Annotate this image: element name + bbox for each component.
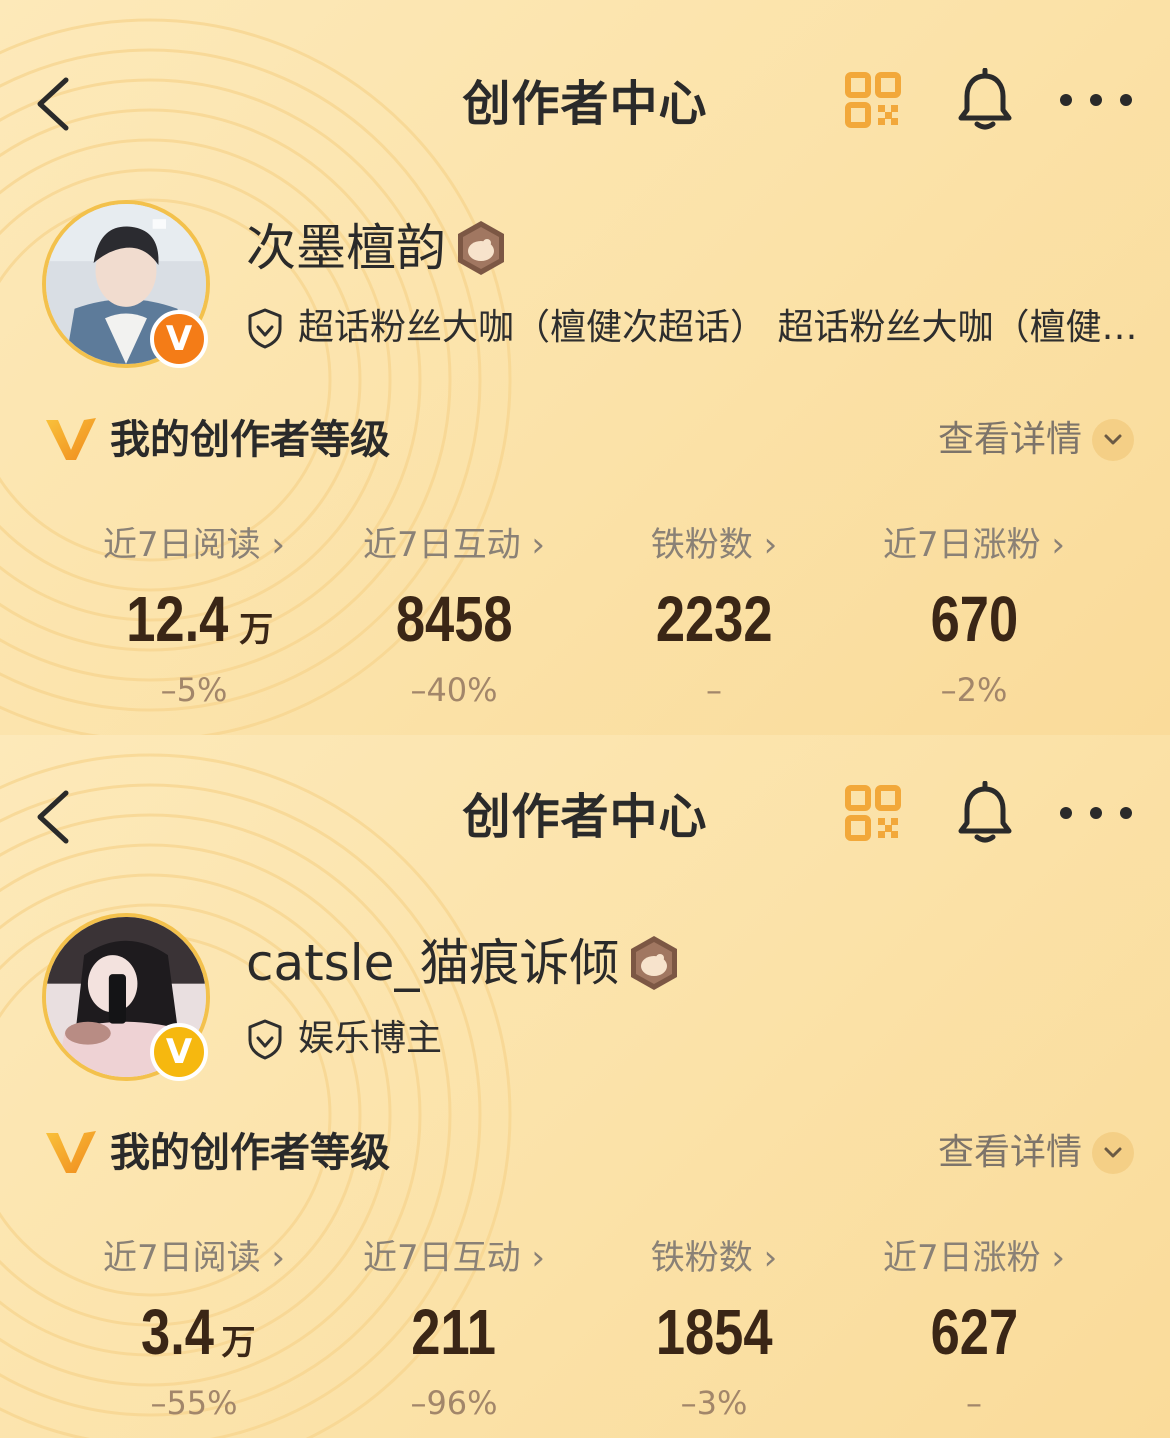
stat-new-followers[interactable]: 近7日涨粉 › 627 – [844, 1228, 1104, 1428]
creator-level-title: 我的创作者等级 [110, 1130, 390, 1176]
creator-level-title: 我的创作者等级 [110, 417, 390, 463]
level-medal-icon [631, 936, 678, 990]
shield-icon [248, 308, 282, 349]
qr-code-icon [845, 72, 901, 128]
stat-iron-fans[interactable]: 铁粉数 › 1854 –3% [584, 1228, 844, 1428]
stats-grid: 近7日阅读 › 3.4 万 –55% 近7日互动 › 211 –96% 铁粉数 ›… [64, 1228, 1104, 1438]
stat-reads[interactable]: 近7日阅读 › 12.4 万 –5% [64, 515, 324, 715]
stat-value-wrap: 2232 [584, 581, 844, 657]
shield-icon [248, 1019, 282, 1060]
stat-label: 近7日互动 › [362, 1238, 546, 1278]
stat-label: 铁粉数 › [650, 1238, 778, 1278]
avatar-container[interactable]: V [42, 200, 210, 368]
stat-value: 2232 [655, 583, 773, 655]
stat-change: –55% [150, 1384, 238, 1422]
stat-value: 3.4 [140, 1296, 214, 1368]
chevron-down-icon [1092, 1132, 1134, 1174]
bell-icon [958, 67, 1012, 130]
profile-tag-row[interactable]: 娱乐博主 [246, 1011, 442, 1067]
profile-tag-row[interactable]: 超话粉丝大咖（檀健次超话） 超话粉丝大咖（檀健次超话） [246, 300, 1168, 356]
back-button[interactable] [30, 72, 78, 136]
stat-new-followers[interactable]: 近7日涨粉 › 670 –2% [844, 515, 1104, 715]
qr-code-button[interactable] [845, 785, 901, 841]
stat-reads[interactable]: 近7日阅读 › 3.4 万 –55% [64, 1228, 324, 1428]
stat-label: 近7日互动 › [362, 525, 546, 565]
profile-name-row: catsle_猫痕诉倾 [246, 927, 681, 999]
creator-center-screen-1: 创作者中心 V 次墨檀韵 超话粉丝大咖（檀健次超话） 超话粉丝大咖（檀健次超话）… [0, 0, 1170, 735]
stat-value-wrap: 670 [844, 581, 1104, 657]
back-button[interactable] [30, 785, 78, 849]
stat-change: –96% [410, 1384, 498, 1422]
v-logo-icon [46, 418, 96, 460]
chevron-left-icon [37, 77, 69, 131]
stat-value-wrap: 8458 [324, 581, 584, 657]
stat-change: – [966, 1384, 982, 1422]
stat-label: 近7日阅读 › [102, 525, 286, 565]
stat-interactions[interactable]: 近7日互动 › 8458 –40% [324, 515, 584, 715]
stat-value: 1854 [655, 1296, 773, 1368]
stat-change: –5% [160, 671, 228, 709]
qr-code-icon [845, 785, 901, 841]
stat-value-wrap: 211 [324, 1294, 584, 1370]
more-options-button[interactable] [1058, 799, 1134, 827]
stat-label: 近7日涨粉 › [882, 525, 1066, 565]
stat-unit: 万 [239, 610, 274, 650]
qr-code-button[interactable] [845, 72, 901, 128]
profile-name[interactable]: 次墨檀韵 [246, 212, 446, 284]
stat-value: 627 [930, 1296, 1018, 1368]
notification-button[interactable] [955, 67, 1015, 132]
stat-iron-fans[interactable]: 铁粉数 › 2232 – [584, 515, 844, 715]
chevron-left-icon [37, 790, 69, 844]
stat-label: 铁粉数 › [650, 525, 778, 565]
avatar-container[interactable]: V [42, 913, 210, 1081]
view-details-button[interactable]: 查看详情 [938, 1123, 1134, 1183]
profile-tag: 娱乐博主 [298, 1018, 443, 1059]
level-medal-icon [458, 221, 504, 275]
verified-badge: V [150, 310, 208, 368]
page-title: 创作者中心 [462, 789, 708, 845]
bell-icon [958, 780, 1012, 843]
stat-change: –40% [410, 671, 498, 709]
stat-label: 近7日涨粉 › [882, 1238, 1066, 1278]
view-details-button[interactable]: 查看详情 [938, 410, 1134, 470]
notification-button[interactable] [955, 780, 1015, 845]
stats-grid: 近7日阅读 › 12.4 万 –5% 近7日互动 › 8458 –40% 铁粉数 … [64, 515, 1104, 725]
stat-value-wrap: 12.4 万 [64, 581, 324, 657]
more-icon [1060, 94, 1132, 106]
stat-value: 670 [930, 583, 1018, 655]
stat-value: 211 [411, 1296, 497, 1368]
profile-name[interactable]: catsle_猫痕诉倾 [246, 927, 619, 999]
stat-change: –3% [680, 1384, 748, 1422]
profile-tag: 超话粉丝大咖（檀健次超话） 超话粉丝大咖（檀健次超话） [298, 307, 1168, 348]
chevron-down-icon [1092, 419, 1134, 461]
creator-level-row: 我的创作者等级 查看详情 [44, 410, 1134, 470]
more-options-button[interactable] [1058, 86, 1134, 114]
stat-interactions[interactable]: 近7日互动 › 211 –96% [324, 1228, 584, 1428]
more-icon [1060, 807, 1132, 819]
verified-badge: V [150, 1023, 208, 1081]
view-details-label: 查看详情 [937, 419, 1082, 460]
page-title: 创作者中心 [462, 76, 708, 132]
stat-label: 近7日阅读 › [102, 1238, 286, 1278]
stat-value-wrap: 1854 [584, 1294, 844, 1370]
stat-change: – [706, 671, 722, 709]
view-details-label: 查看详情 [937, 1132, 1082, 1173]
stat-unit: 万 [221, 1323, 256, 1363]
creator-level-row: 我的创作者等级 查看详情 [44, 1123, 1134, 1183]
stat-value-wrap: 3.4 万 [64, 1294, 324, 1370]
profile-name-row: 次墨檀韵 [246, 212, 508, 284]
v-logo-icon [46, 1131, 96, 1173]
stat-value: 12.4 [125, 583, 229, 655]
creator-center-screen-2: 创作者中心 V catsle_猫痕诉倾 娱乐博主 我的创作者等级 查看详情 近7… [0, 735, 1170, 1438]
stat-value: 8458 [395, 583, 513, 655]
stat-value-wrap: 627 [844, 1294, 1104, 1370]
stat-change: –2% [940, 671, 1008, 709]
